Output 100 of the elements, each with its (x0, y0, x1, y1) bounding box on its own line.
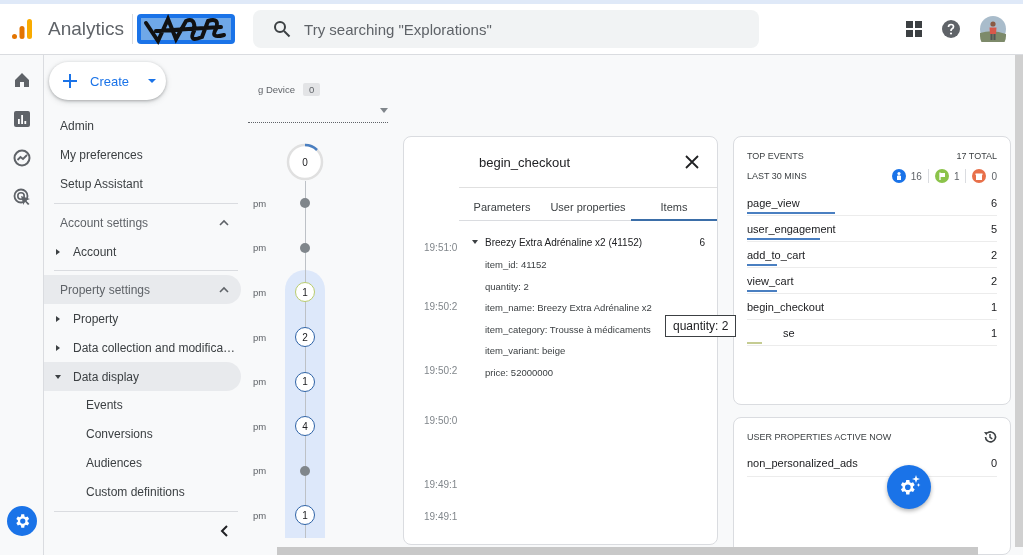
help-icon[interactable] (942, 20, 960, 38)
loading-ring-icon (286, 143, 324, 181)
time-label: pm (252, 196, 268, 211)
home-icon[interactable] (12, 71, 31, 89)
nav-subitem[interactable]: Custom definitions (44, 478, 248, 507)
time-label: pm (252, 241, 268, 256)
scrollbar[interactable] (1015, 55, 1023, 547)
caret-down-icon (380, 107, 388, 113)
property-count: 0 (990, 456, 997, 469)
nav-item-label: Data collection and modifica… (73, 340, 236, 355)
section-title: Property settings (60, 282, 151, 297)
period-label: LAST 30 MINS (747, 171, 807, 181)
nav-item[interactable]: Account (44, 237, 241, 266)
nav-item-label: Account (73, 244, 117, 259)
nav-subitem[interactable]: Conversions (44, 420, 248, 449)
nav-item-label: Data display (73, 369, 140, 384)
total-label: 17 TOTAL (956, 151, 997, 161)
history-icon[interactable] (983, 429, 997, 444)
logo-icon (11, 18, 33, 40)
section-title: Account settings (60, 215, 149, 230)
nav-item[interactable]: Property (44, 304, 241, 333)
nav-subitem[interactable]: Audiences (44, 449, 248, 478)
item-name: Breezy Extra Adrénaline x2 (41152) (485, 236, 643, 248)
item-count: 6 (699, 236, 705, 248)
chevron-up-icon[interactable] (219, 219, 229, 226)
timeline-dot[interactable] (300, 465, 310, 476)
tab[interactable]: User properties (545, 195, 631, 221)
scrollbar[interactable] (277, 547, 978, 555)
caret-right-icon[interactable] (54, 314, 62, 323)
event-count-circle[interactable]: 4 (295, 416, 315, 437)
event-count: 1 (990, 300, 997, 313)
count-value: 1 (953, 170, 960, 182)
apps-grid-icon[interactable] (906, 21, 922, 37)
timeline-dot[interactable] (300, 198, 310, 209)
event-name[interactable]: begin_checkout (747, 300, 825, 313)
event-name[interactable]: user_engagement (747, 222, 836, 235)
event-count-circle[interactable]: 1 (295, 371, 315, 392)
timestamp: 19:50:2 (424, 364, 459, 378)
counter-value: 0 (302, 156, 308, 168)
timestamp: 19:49:1 (424, 510, 459, 524)
time-label: pm (252, 330, 268, 345)
tab[interactable]: Items (631, 195, 717, 221)
event-name[interactable]: page_view (747, 196, 800, 209)
count-value: 0 (991, 170, 997, 182)
item-parameter: item_category: Trousse à médicaments (485, 322, 651, 337)
time-label: pm (252, 508, 268, 523)
event-count: 2 (990, 274, 997, 287)
card-title: TOP EVENTS (747, 151, 804, 161)
event-count-circle[interactable]: 1 (295, 505, 315, 526)
caret-right-icon[interactable] (54, 343, 62, 352)
event-name[interactable]: view_cart (747, 274, 794, 287)
avatar-icon[interactable] (980, 16, 1006, 42)
item-parameter: quantity: 2 (485, 279, 529, 294)
nav-item[interactable]: Data display (44, 362, 241, 391)
timestamp: 19:51:0 (424, 241, 459, 255)
caret-down-icon[interactable] (54, 372, 62, 381)
item-parameter: price: 52000000 (485, 365, 554, 380)
count-badge: 0 (302, 82, 321, 96)
nav-link[interactable]: My preferences (44, 141, 248, 170)
event-name[interactable]: add_to_cart (747, 248, 806, 261)
bar-chart-icon[interactable] (12, 110, 31, 128)
section-header[interactable]: Account settings (44, 208, 241, 237)
event-count: 1 (990, 326, 997, 339)
event-count: 6 (990, 196, 997, 209)
create-button[interactable]: Create (49, 62, 166, 100)
nav-item[interactable]: Data collection and modifica… (44, 333, 241, 362)
filter-label: g Device (258, 83, 295, 95)
card-title: USER PROPERTIES ACTIVE NOW (747, 431, 892, 442)
nav-link[interactable]: Setup Assistant (44, 170, 248, 199)
search-field[interactable]: Try searching "Explorations" (253, 10, 760, 48)
timestamp: 19:49:1 (424, 478, 459, 492)
time-label: pm (252, 419, 268, 434)
item-parameter: item_id: 41152 (485, 258, 547, 272)
property-name: non_personalized_ads (747, 456, 858, 469)
event-name[interactable]: se (747, 326, 795, 339)
event-count: 5 (990, 222, 997, 235)
caret-down-icon[interactable] (471, 238, 479, 246)
settings-button[interactable] (6, 506, 37, 536)
plus-icon (62, 73, 78, 89)
app-name: Analytics (48, 18, 125, 40)
tab[interactable]: Parameters (459, 195, 545, 221)
timestamp: 19:50:2 (424, 300, 459, 314)
trend-circle-icon[interactable] (12, 149, 31, 167)
cursor-circle-icon[interactable] (12, 188, 31, 206)
nav-link[interactable]: Admin (44, 112, 248, 141)
event-count-circle[interactable]: 1 (295, 282, 315, 303)
item-row[interactable]: Breezy Extra Adrénaline x2 (41152) 6 (459, 233, 717, 251)
chevron-up-icon[interactable] (219, 286, 229, 293)
timestamp: 19:50:0 (424, 414, 459, 428)
event-count-circle[interactable]: 2 (295, 327, 315, 348)
time-label: pm (252, 375, 268, 390)
caret-right-icon[interactable] (54, 247, 62, 256)
nav-subitem[interactable]: Events (44, 391, 248, 420)
close-icon[interactable] (685, 155, 699, 169)
section-header[interactable]: Property settings (44, 275, 241, 304)
time-label: pm (252, 286, 268, 300)
event-count: 2 (990, 248, 997, 261)
timeline-dot[interactable] (300, 242, 310, 253)
time-label: pm (252, 464, 268, 479)
count-value: 16 (910, 170, 922, 182)
